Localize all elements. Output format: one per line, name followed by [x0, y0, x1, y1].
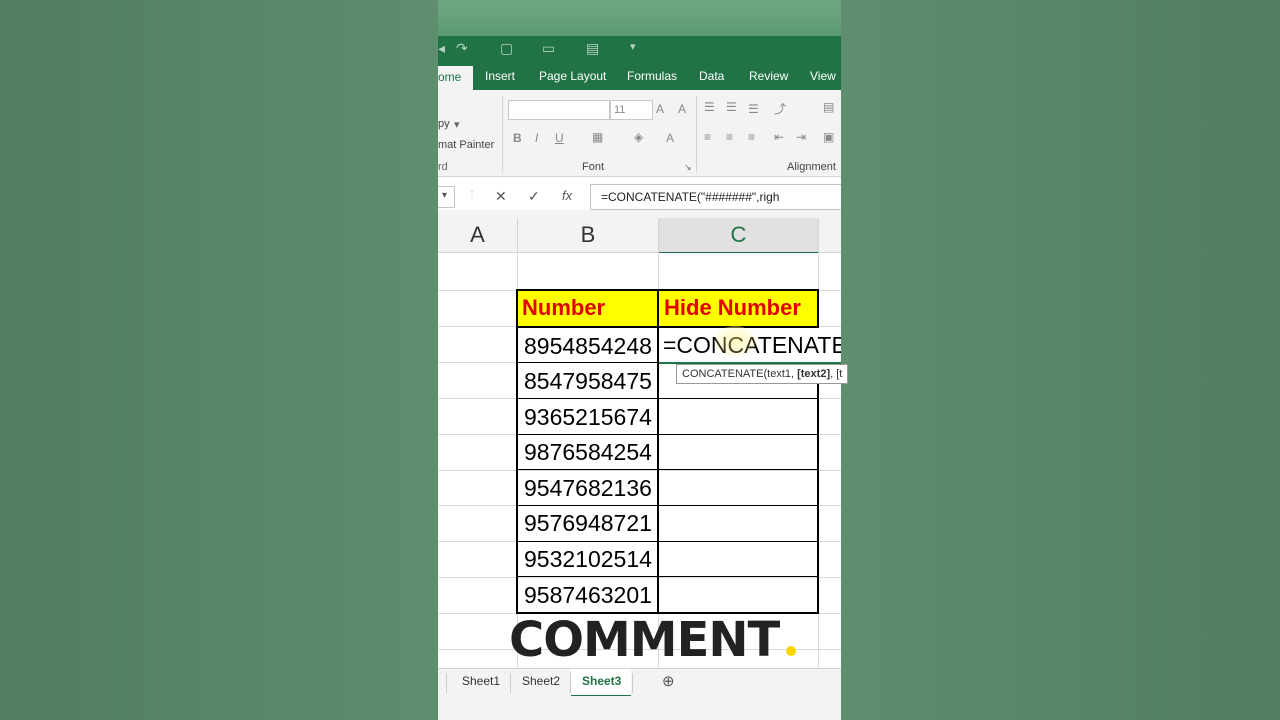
tooltip-current-arg: [text2]	[797, 368, 831, 380]
number-cell[interactable]: 9532102514	[524, 542, 652, 577]
table-border	[516, 289, 819, 291]
align-left-icon[interactable]: ≡	[704, 130, 711, 144]
tab-data[interactable]: Data	[699, 69, 724, 83]
table-border	[518, 398, 817, 399]
table-border	[518, 541, 817, 542]
cursor-highlight-overlay	[714, 326, 756, 356]
number-cell[interactable]: 9365215674	[524, 400, 652, 435]
redo-icon[interactable]: ↷	[456, 40, 468, 57]
align-bottom-icon[interactable]: ☰	[748, 102, 759, 116]
sheet-tab-bar: Sheet1 Sheet2 Sheet3 ⊕	[438, 668, 841, 697]
alignment-group-label: Alignment	[787, 161, 836, 173]
tooltip-rest: , [t	[830, 368, 843, 380]
decrease-indent-icon[interactable]: ⇤	[774, 130, 784, 144]
table-border	[518, 434, 817, 435]
group-separator	[502, 96, 503, 172]
name-box-dropdown-icon[interactable]: ▾	[442, 190, 447, 201]
formula-input[interactable]: =CONCATENATE("#######",righ	[590, 184, 841, 210]
table-border	[518, 505, 817, 506]
sheet-tab-sheet3[interactable]: Sheet3	[582, 674, 621, 688]
ribbon-tabs: ome Insert Page Layout Formulas Data Rev…	[438, 64, 841, 90]
tab-view[interactable]: View	[810, 69, 836, 83]
table-border	[518, 576, 817, 577]
number-cell[interactable]: 8954854248	[524, 329, 652, 364]
font-size-box[interactable]: 11	[610, 100, 653, 120]
undo-dropdown-icon[interactable]: ◂	[438, 40, 445, 57]
orientation-icon[interactable]: ⤴	[774, 100, 786, 117]
merge-center-icon[interactable]: ▣	[823, 130, 834, 144]
table-border	[516, 289, 518, 614]
increase-indent-icon[interactable]: ⇥	[796, 130, 806, 144]
enter-icon[interactable]: ✓	[528, 188, 540, 205]
open-file-icon[interactable]: ▭	[542, 40, 555, 57]
table-border	[518, 362, 657, 363]
bold-button[interactable]: B	[513, 131, 522, 145]
font-dialog-launcher-icon[interactable]: ↘	[684, 162, 692, 173]
font-group-label: Font	[582, 161, 605, 173]
number-cell[interactable]: 9576948721	[524, 506, 652, 541]
number-cell[interactable]: 9876584254	[524, 435, 652, 470]
align-middle-icon[interactable]: ☰	[726, 100, 737, 114]
shrink-font-button[interactable]: A	[678, 102, 686, 116]
format-painter-button[interactable]: mat Painter	[438, 139, 494, 151]
align-center-icon[interactable]: ≡	[726, 130, 733, 144]
grow-font-button[interactable]: A	[656, 102, 664, 116]
column-header-b[interactable]: B	[518, 218, 659, 253]
quick-access-toolbar: ◂ ↷ ▢ ▭ ▤ ▾	[438, 36, 841, 64]
tab-insert[interactable]: Insert	[485, 69, 515, 83]
group-separator	[696, 96, 697, 172]
number-cell[interactable]: 8547958475	[524, 364, 652, 399]
new-file-icon[interactable]: ▢	[500, 40, 513, 57]
tab-home[interactable]: ome	[438, 66, 474, 90]
column-header-d[interactable]	[819, 218, 841, 253]
customize-toolbar-icon[interactable]: ▾	[630, 40, 636, 53]
cancel-icon[interactable]: ✕	[495, 188, 507, 205]
underline-button[interactable]: U	[555, 131, 564, 145]
font-color-button[interactable]: A	[666, 131, 674, 145]
column-header-a[interactable]: A	[438, 218, 518, 253]
tooltip-function: CONCATENATE(text1,	[682, 368, 798, 380]
sheet-tab-sheet1[interactable]: Sheet1	[462, 674, 500, 688]
print-preview-icon[interactable]: ▤	[586, 40, 599, 57]
number-cell[interactable]: 9587463201	[524, 578, 652, 613]
fill-color-icon[interactable]: ◈	[634, 130, 643, 144]
status-bar	[438, 696, 841, 720]
number-cell[interactable]: 9547682136	[524, 471, 652, 506]
tab-formulas[interactable]: Formulas	[627, 69, 677, 83]
table-border	[518, 469, 817, 470]
copy-dropdown-icon[interactable]: ▾	[454, 118, 460, 131]
function-tooltip: CONCATENATE(text1, [text2], [t	[676, 364, 848, 384]
background-right	[841, 0, 1280, 720]
align-right-icon[interactable]: ≡	[748, 130, 755, 144]
header-hide-number[interactable]: Hide Number	[660, 290, 817, 326]
comment-dot	[786, 646, 796, 656]
tab-page-layout[interactable]: Page Layout	[539, 69, 606, 83]
column-header-c[interactable]: C	[659, 218, 819, 254]
font-name-box[interactable]	[508, 100, 610, 120]
align-top-icon[interactable]: ☰	[704, 100, 715, 114]
comment-overlay-text: COMMENT	[509, 612, 780, 668]
tab-review[interactable]: Review	[749, 69, 788, 83]
formula-bar: ▾ ⋮ ✕ ✓ fx =CONCATENATE("#######",righ	[438, 184, 841, 210]
formula-bar-spacer	[438, 210, 841, 218]
ribbon: py ▾ mat Painter rd 11 A A B I U ▦ ◈ A F…	[438, 90, 841, 177]
title-area	[438, 0, 841, 36]
copy-button[interactable]: py	[438, 118, 450, 130]
header-number[interactable]: Number	[518, 290, 660, 326]
formula-bar-grip-icon: ⋮	[467, 190, 477, 201]
background-left	[0, 0, 438, 720]
clipboard-group-label: rd	[438, 161, 448, 173]
italic-button[interactable]: I	[535, 131, 538, 145]
sheet-tab-sheet2[interactable]: Sheet2	[522, 674, 560, 688]
add-sheet-icon[interactable]: ⊕	[662, 672, 675, 690]
borders-icon[interactable]: ▦	[592, 130, 603, 144]
insert-function-icon[interactable]: fx	[562, 188, 572, 203]
wrap-text-icon[interactable]: ▤	[823, 100, 834, 114]
